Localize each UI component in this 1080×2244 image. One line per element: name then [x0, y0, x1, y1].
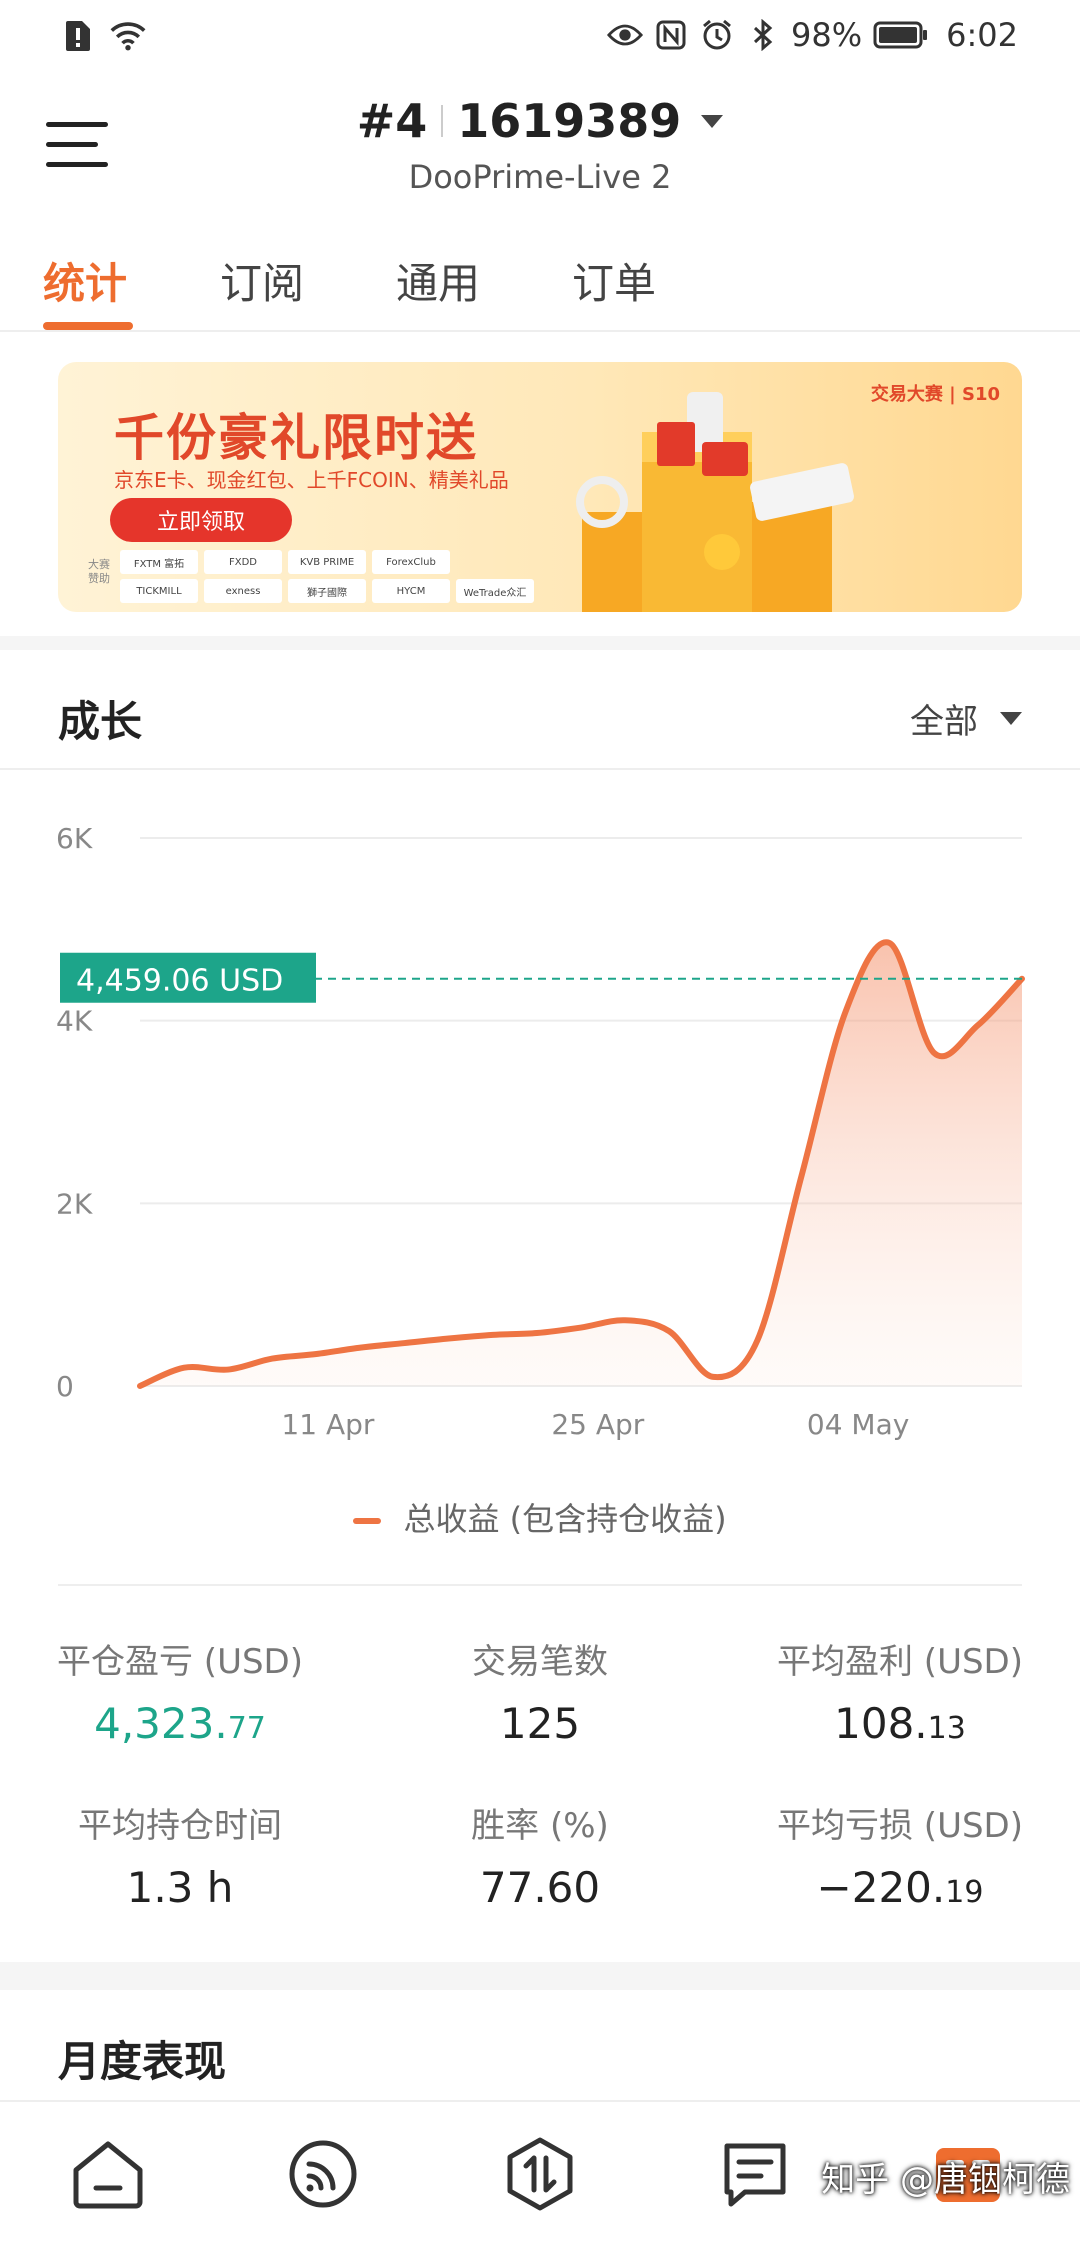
- status-time: 6:02: [946, 16, 1018, 54]
- sponsor-logo: ForexClub: [372, 550, 450, 574]
- sponsor-logo: exness: [204, 579, 282, 603]
- y-tick-label: 4K: [56, 1005, 93, 1038]
- sponsor-label: 大赛赞助: [88, 558, 110, 585]
- y-tick-label: 6K: [56, 822, 93, 855]
- app-header: #4 1619389 DooPrime-Live 2: [0, 72, 1080, 212]
- battery-icon: [872, 17, 930, 53]
- y-tick-label: 2K: [56, 1187, 93, 1220]
- stat-trade-count: 交易笔数 125: [360, 1634, 720, 1748]
- chart-legend: 总收益 (包含持仓收益): [0, 1494, 1080, 1540]
- nav-trade[interactable]: [500, 2134, 580, 2214]
- promo-banner[interactable]: 千份豪礼限时送 京东E卡、现金红包、上千FCOIN、精美礼品 立即领取 大赛赞助…: [58, 362, 1022, 612]
- stat-value: 108.13: [834, 1699, 966, 1748]
- home-icon: [73, 2141, 143, 2209]
- current-value-label: 4,459.06 USD: [76, 964, 283, 999]
- account-server: DooPrime-Live 2: [408, 158, 672, 196]
- legend-swatch: [353, 1518, 382, 1524]
- growth-section-header: 成长 全部: [0, 650, 1080, 770]
- stat-avg-profit: 平均盈利 (USD) 108.13: [720, 1634, 1080, 1748]
- stat-value: −220.19: [816, 1863, 984, 1912]
- stat-label: 平仓盈亏 (USD): [57, 1642, 303, 1682]
- x-tick-label: 11 Apr: [281, 1408, 374, 1441]
- series-area: [140, 942, 1022, 1386]
- account-id: 1619389: [457, 94, 682, 148]
- bluetooth-icon: [745, 17, 781, 53]
- tab-subscribe[interactable]: 订阅: [220, 250, 304, 311]
- growth-filter-label: 全部: [910, 702, 978, 742]
- nav-feed[interactable]: [283, 2134, 363, 2214]
- sponsor-logo: KVB PRIME: [288, 550, 366, 574]
- nav-orders[interactable]: [715, 2134, 795, 2214]
- stat-avg-hold-time: 平均持仓时间 1.3 h: [0, 1798, 360, 1912]
- stat-win-rate: 胜率 (%) 77.60: [360, 1798, 720, 1912]
- orders-icon: [724, 2143, 786, 2207]
- tab-stats[interactable]: 统计: [43, 250, 127, 311]
- x-tick-label: 04 May: [807, 1408, 909, 1441]
- stat-label: 交易笔数: [472, 1642, 608, 1682]
- divider: [58, 1584, 1022, 1586]
- monthly-section: 月度表现: [0, 1990, 1080, 2110]
- bottom-nav: 知乎 @唐铟柯德: [0, 2100, 1080, 2244]
- stat-value: 1.3 h: [126, 1863, 234, 1912]
- stat-value: 125: [499, 1699, 581, 1748]
- alarm-icon: [699, 17, 735, 53]
- status-bar: 98% 6:02: [0, 0, 1080, 72]
- sponsor-logo: [456, 550, 534, 574]
- gift-illustration-icon: [576, 392, 854, 612]
- tab-bar: 统计 订阅 通用 订单: [0, 230, 1080, 332]
- feed-icon: [289, 2140, 357, 2208]
- monthly-title: 月度表现: [58, 2037, 227, 2086]
- banner-subtitle: 京东E卡、现金红包、上千FCOIN、精美礼品: [114, 468, 509, 492]
- account-number: #4: [356, 94, 428, 148]
- growth-filter-dropdown[interactable]: 全部: [910, 694, 1022, 743]
- stat-label: 平均盈利 (USD): [777, 1642, 1023, 1682]
- stat-label: 平均亏损 (USD): [777, 1806, 1023, 1846]
- eye-icon: [607, 17, 644, 53]
- trade-icon: [507, 2137, 573, 2211]
- x-tick-label: 25 Apr: [551, 1408, 644, 1441]
- section-divider: [0, 636, 1080, 650]
- stat-label: 平均持仓时间: [78, 1806, 282, 1846]
- sponsor-logo: WeTrade众汇: [456, 579, 534, 603]
- section-divider: [0, 1962, 1080, 1990]
- stat-value: 4,323.77: [94, 1699, 266, 1748]
- growth-title: 成长: [58, 697, 143, 746]
- stat-label: 胜率 (%): [471, 1806, 609, 1846]
- tab-orders[interactable]: 订单: [572, 250, 656, 311]
- nfc-icon: [653, 17, 689, 53]
- sponsor-logo: 獅子國際: [288, 579, 366, 603]
- banner-title: 千份豪礼限时送: [114, 409, 478, 467]
- sponsor-logo: TICKMILL: [120, 579, 198, 603]
- growth-chart[interactable]: 0 2K 4K 6K 4,459.06 USD 11 Apr 25 Apr 04 May: [0, 790, 1080, 1490]
- account-selector[interactable]: #4 1619389 DooPrime-Live 2: [0, 94, 1080, 196]
- stat-closed-pnl: 平仓盈亏 (USD) 4,323.77: [0, 1634, 360, 1748]
- wifi-icon: [110, 18, 146, 54]
- sponsor-logo: HYCM: [372, 579, 450, 603]
- stat-value: 77.60: [479, 1863, 601, 1912]
- tab-general[interactable]: 通用: [396, 250, 480, 311]
- chevron-down-icon: [701, 114, 724, 128]
- nav-home[interactable]: [68, 2134, 148, 2214]
- stat-avg-loss: 平均亏损 (USD) −220.19: [720, 1798, 1080, 1912]
- sponsor-logos: FXTM 富拓 FXDD KVB PRIME ForexClub TICKMIL…: [120, 550, 534, 603]
- battery-percent: 98%: [791, 16, 863, 54]
- y-tick-label: 0: [56, 1370, 74, 1403]
- growth-chart-svg: 0 2K 4K 6K 4,459.06 USD 11 Apr 25 Apr 04 May: [56, 822, 1025, 1441]
- sim-alert-icon: [60, 18, 96, 54]
- watermark: 知乎 @唐铟柯德: [821, 2160, 1070, 2200]
- sponsor-logo: FXDD: [204, 550, 282, 574]
- legend-label: 总收益 (包含持仓收益): [403, 1500, 727, 1538]
- claim-button[interactable]: 立即领取: [110, 498, 292, 542]
- active-tab-indicator: [43, 322, 133, 330]
- sponsor-logo: FXTM 富拓: [120, 550, 198, 574]
- chevron-down-icon: [1000, 712, 1022, 725]
